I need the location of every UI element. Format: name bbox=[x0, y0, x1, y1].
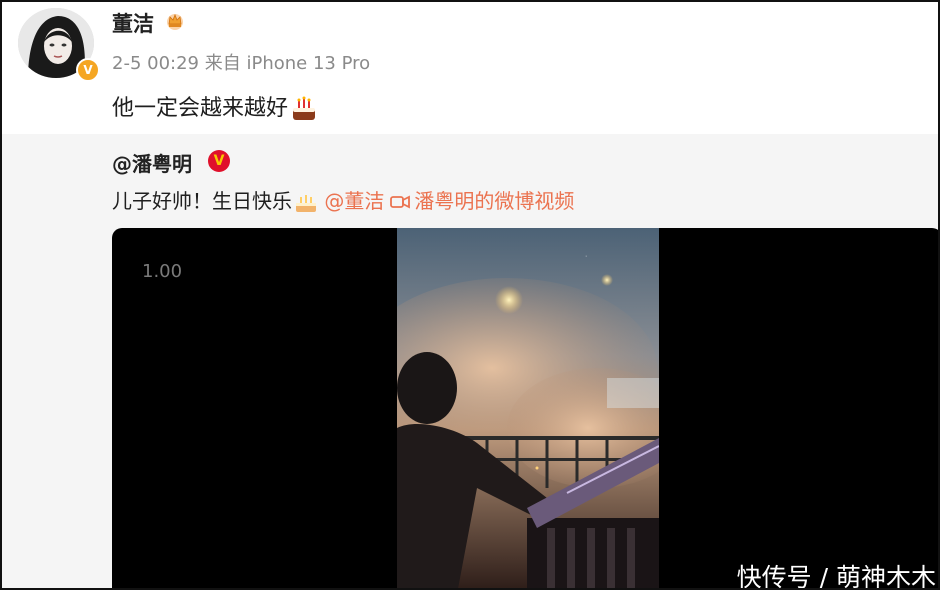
verified-badge-icon: V bbox=[76, 58, 100, 82]
repost-text: 儿子好帅！生日快乐 @董洁 潘粤明的微博视频 bbox=[112, 185, 574, 214]
video-frame: · bbox=[397, 228, 659, 588]
repost-author-name[interactable]: @潘粤明 bbox=[112, 148, 192, 177]
post-body: 他一定会越来越好 bbox=[112, 96, 289, 121]
post-time[interactable]: 2-5 00:29 bbox=[112, 53, 199, 74]
playback-speed[interactable]: 1.00 bbox=[142, 261, 182, 282]
birthday-cake-icon bbox=[296, 194, 316, 212]
post-author-name[interactable]: 董洁 bbox=[112, 8, 154, 38]
video-camera-icon bbox=[390, 195, 411, 209]
svg-text:·: · bbox=[585, 253, 587, 260]
source-prefix: 来自 bbox=[204, 53, 241, 74]
watermark-text: 快传号 / 萌神木木 bbox=[736, 563, 936, 590]
cake-icon bbox=[293, 96, 316, 120]
post-meta: 2-5 00:29 来自 iPhone 13 Pro bbox=[112, 49, 370, 75]
video-player[interactable]: 1.00 · 快传号 / 萌神木木 bbox=[112, 228, 938, 590]
repost-body: 儿子好帅！生日快乐 bbox=[112, 189, 292, 213]
mention-link[interactable]: @董洁 bbox=[324, 189, 384, 213]
red-verified-badge-icon: V bbox=[208, 150, 230, 172]
screenshot-frame: V 董洁 2-5 00:29 来自 iPhone 13 Pro 他一定会越来越好… bbox=[0, 0, 940, 590]
source-device: iPhone 13 Pro bbox=[246, 53, 371, 74]
video-link[interactable]: 潘粤明的微博视频 bbox=[414, 189, 574, 213]
post-text: 他一定会越来越好 bbox=[112, 90, 318, 122]
crown-icon bbox=[167, 13, 183, 30]
